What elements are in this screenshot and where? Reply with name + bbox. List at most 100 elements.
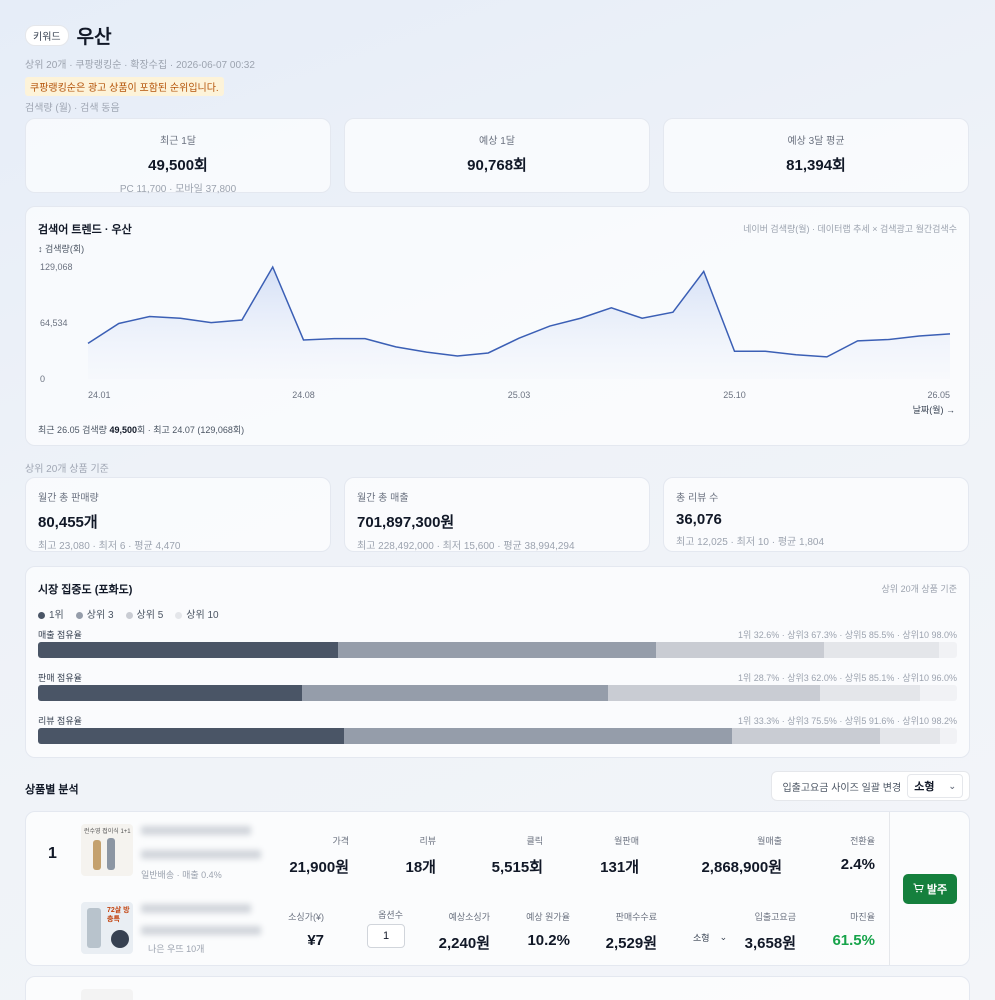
- market-stat-sales: 월간 총 판매량 80,455개 최고 23,080 · 최저 6 · 평균 4…: [25, 477, 331, 552]
- y-tick-label: 129,068: [40, 262, 73, 272]
- metric-label: 옵션수: [378, 910, 403, 920]
- product-name-blurred: [141, 850, 261, 859]
- sourcing-thumbnail[interactable]: 72살 방충특: [81, 902, 133, 954]
- market-stat-reviews: 총 리뷰 수 36,076 최고 12,025 · 최저 10 · 평균 1,8…: [663, 477, 969, 552]
- stat-card-expected-1m: 예상 1달 90,768회: [344, 118, 650, 193]
- metric-label: 월매출: [757, 836, 782, 846]
- share-segment: [301, 685, 608, 701]
- chevron-down-icon: ⌄: [948, 780, 956, 791]
- trend-chart: 129,068 64,534 0 24.01 24.08 25.03 25.10 26.05: [40, 262, 951, 400]
- collection-meta: 상위 20개 · 쿠팡랭킹순 · 확장수집 · 2026-06-07 00:32: [25, 60, 255, 71]
- market-stat-revenue: 월간 총 매출 701,897,300원 최고 228,492,000 · 최저…: [344, 477, 650, 552]
- metric-value: 18개: [405, 859, 437, 876]
- metric-value: 61.5%: [832, 932, 875, 949]
- metric-label: 예상소싱가: [448, 912, 490, 922]
- umbrella-image: [87, 908, 101, 948]
- legend-dot: [175, 611, 183, 619]
- cart-icon: [913, 883, 924, 896]
- stat-value: 36,076: [676, 511, 722, 528]
- stat-value: 49,500회: [148, 157, 208, 174]
- legend-item: 상위 5: [125, 606, 163, 621]
- metric-cost-ratio: 예상 원가율 10.2%: [526, 910, 570, 949]
- concentration-card: 시장 집중도 (포화도) 상위 20개 상품 기준 1위 상위 3 상위 5 상…: [25, 566, 970, 758]
- metric-sourcing-price: 소싱가(¥) ¥7: [288, 910, 324, 949]
- share-segment: [607, 685, 821, 701]
- concentration-legend: 1위 상위 3 상위 5 상위 10: [38, 606, 219, 621]
- bulk-size-select[interactable]: 소형 ⌄: [907, 774, 963, 798]
- stat-sub: 최고 23,080 · 최저 6 · 평균 4,470: [38, 541, 181, 552]
- product-card: [25, 976, 970, 1000]
- metric-value: 2,529원: [605, 935, 657, 952]
- search-section-label: 검색량 (월) · 검색 동음: [25, 103, 120, 114]
- trend-footer: 최근 26.05 검색량 49,500회 · 최고 24.07 (129,068…: [38, 423, 244, 436]
- x-tick-label: 24.01: [88, 390, 111, 400]
- stat-card-expected-3m: 예상 3달 평균 81,394회: [663, 118, 969, 193]
- sourcing-name-blurred[interactable]: [141, 904, 251, 913]
- trend-note: 네이버 검색량(월) · 데이터랩 추세 × 검색광고 월간검색수: [743, 224, 957, 234]
- metric-price: 가격 21,900원: [289, 834, 349, 877]
- metric-commission: 판매수수료 2,529원: [606, 910, 657, 953]
- product-detail-image: [111, 930, 129, 948]
- metric-label: 리뷰: [419, 836, 436, 846]
- trend-title: 검색어 트렌드 · 우산: [38, 224, 132, 236]
- ad-warning: 쿠팡랭킹순은 광고 상품이 포함된 순위입니다.: [25, 77, 224, 96]
- keyword-title: 우산: [76, 27, 112, 48]
- metric-label: 판매수수료: [615, 912, 657, 922]
- share-row-revenue: 매출 점유율 1위 32.6% · 상위3 67.3% · 상위5 85.5% …: [38, 628, 957, 658]
- trend-footer-suffix: 회 · 최고 24.07 (129,068회): [136, 425, 245, 435]
- chevron-down-icon: ⌄: [719, 932, 728, 942]
- metric-label: 가격: [332, 836, 349, 846]
- bulk-size-control: 입출고요금 사이즈 일괄 변경 소형 ⌄: [771, 771, 970, 801]
- metric-option-count: 옵션수: [378, 908, 403, 921]
- legend-dot: [75, 611, 83, 619]
- products-title: 상품별 분석: [25, 784, 79, 796]
- stat-label: 예상 3달 평균: [787, 136, 845, 147]
- stat-label: 예상 1달: [479, 136, 515, 147]
- product-thumbnail[interactable]: 런수영 접이식 1+1: [81, 824, 133, 876]
- metric-monthly-sales: 월판매 131개: [600, 834, 639, 877]
- metric-reviews: 리뷰 18개: [406, 834, 437, 877]
- product-thumbnail[interactable]: [81, 989, 133, 1000]
- stat-label: 월간 총 매출: [357, 493, 409, 504]
- share-segment: [38, 642, 338, 658]
- product-card: 1 런수영 접이식 1+1 일반배송 · 매출 0.4% 가격 21,900원 리…: [25, 811, 970, 966]
- product-name-blurred[interactable]: [141, 826, 251, 835]
- size-select[interactable]: 소형 ⌄: [693, 931, 727, 944]
- stat-value: 81,394회: [786, 157, 846, 174]
- metric-label: 전환율: [850, 836, 875, 846]
- stat-value: 90,768회: [467, 157, 527, 174]
- product-sub-note: 일반배송 · 매출 0.4%: [141, 870, 222, 880]
- thumbnail-caption: 런수영 접이식 1+1: [84, 829, 131, 835]
- legend-dot: [125, 611, 133, 619]
- share-segment: [820, 685, 921, 701]
- option-count-input[interactable]: 1: [367, 924, 405, 948]
- share-bar: [38, 642, 957, 658]
- share-segment: [38, 728, 345, 744]
- x-tick-label: 25.03: [508, 390, 531, 400]
- y-tick-label: 0: [40, 374, 45, 384]
- legend-label: 상위 3: [86, 610, 114, 621]
- x-tick-label: 24.08: [292, 390, 315, 400]
- metric-label: 월판매: [614, 836, 639, 846]
- metric-value: 131개: [600, 859, 639, 876]
- stat-sub: PC 11,700 · 모바일 37,800: [119, 184, 237, 195]
- share-segment: [38, 685, 302, 701]
- keyword-badge: 키워드: [25, 25, 69, 46]
- metric-value: 2.4%: [840, 856, 875, 873]
- bulk-size-label: 입출고요금 사이즈 일괄 변경: [782, 782, 902, 794]
- y-tick-label: 64,534: [40, 318, 68, 328]
- sourcing-note: 나은 우뜨 10개: [148, 944, 205, 954]
- metric-conversion: 전환율 2.4%: [841, 834, 875, 873]
- legend-item: 상위 10: [175, 606, 219, 621]
- stat-sub: 최고 12,025 · 최저 10 · 평균 1,804: [676, 537, 825, 548]
- share-segment: [344, 728, 732, 744]
- metric-label: 예상 원가율: [526, 912, 570, 922]
- metric-expected-sourcing: 예상소싱가 2,240원: [439, 910, 490, 953]
- order-button[interactable]: 발주: [903, 874, 957, 904]
- legend-item: 1위: [38, 606, 64, 621]
- metric-label: 입출고요금: [754, 912, 796, 922]
- share-row-reviews: 리뷰 점유율 1위 33.3% · 상위3 75.5% · 상위5 91.6% …: [38, 714, 957, 744]
- share-segment: [879, 728, 941, 744]
- trend-footer-prefix: 최근 26.05 검색량: [38, 425, 110, 435]
- share-row-summary: 1위 28.7% · 상위3 62.0% · 상위5 85.1% · 상위10 …: [737, 673, 957, 683]
